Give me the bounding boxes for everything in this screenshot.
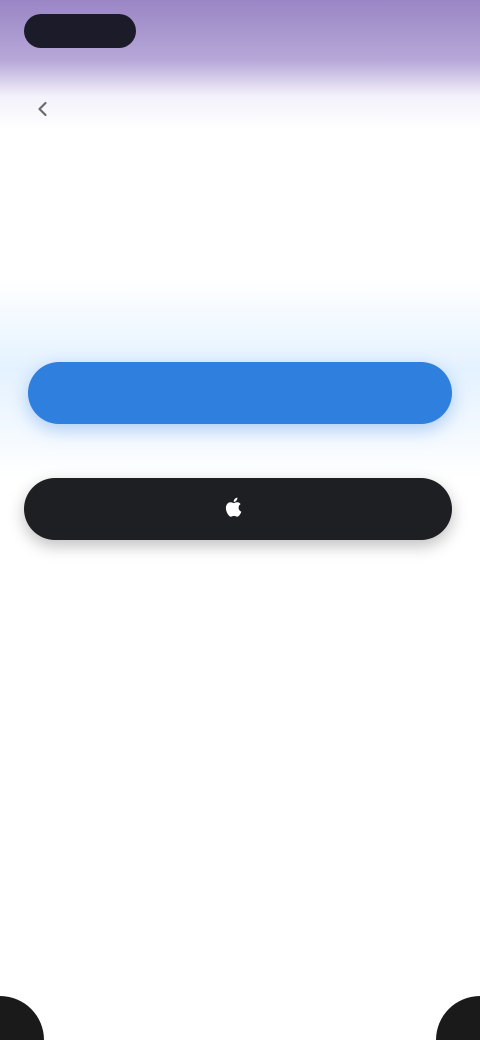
screen <box>0 0 480 1040</box>
sign-in-with-apple-button[interactable] <box>24 478 452 540</box>
nav-bar <box>0 84 480 138</box>
chevron-left-icon <box>34 100 52 123</box>
status-bar <box>0 0 480 64</box>
apple-logo-icon <box>224 497 242 522</box>
screen-corner-left <box>0 996 44 1040</box>
back-button[interactable] <box>28 96 58 126</box>
status-time-pill <box>24 14 136 48</box>
primary-action-button[interactable] <box>28 362 452 424</box>
screen-corner-right <box>436 996 480 1040</box>
